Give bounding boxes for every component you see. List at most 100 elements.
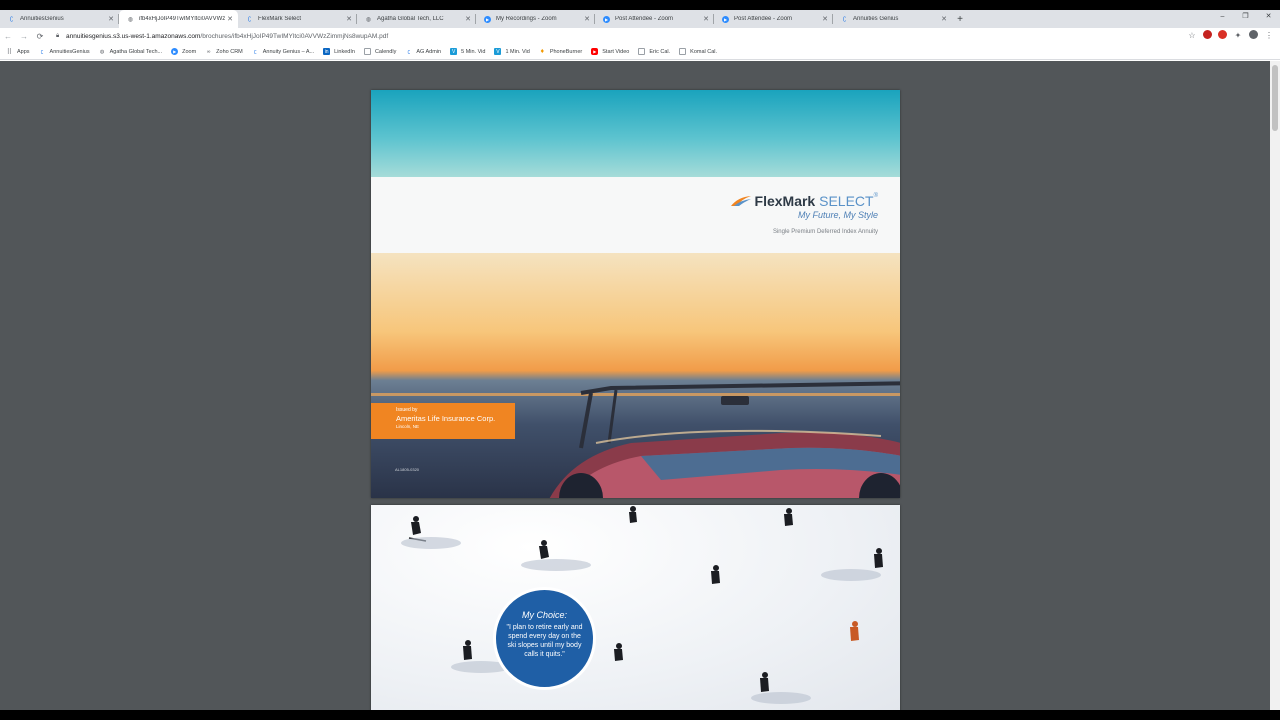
zoho-icon: ∞ (206, 48, 211, 55)
pdf-page-2: My Choice: "I plan to retire early and s… (371, 505, 900, 710)
cover-photo (371, 253, 900, 498)
scrollbar-thumb[interactable] (1272, 65, 1278, 131)
close-tab-icon[interactable]: ✕ (582, 15, 592, 23)
bookmark-label: Start Video (602, 48, 630, 55)
zoom-icon: ▶ (171, 48, 179, 55)
bookmark-1-min-vid[interactable]: V 1 Min. Vid (494, 48, 530, 55)
vidyard-icon: V (494, 48, 502, 55)
extension-adblock-icon[interactable] (1218, 30, 1227, 39)
bookmark-calendly[interactable]: Calendly (363, 48, 396, 55)
tab-pdf[interactable]: ◍ ifb4xHjJoIP49TwIMYltci0AVVWz ✕ (119, 10, 238, 28)
close-tab-icon[interactable]: ✕ (701, 15, 711, 23)
registered-mark: ® (873, 193, 878, 199)
bookmark-5-min-vid[interactable]: V 5 Min. Vid (450, 48, 485, 55)
zoom-icon: ▶ (484, 15, 491, 23)
bookmark-komal-cal[interactable]: Komal Cal. (679, 48, 717, 55)
bookmark-label: 1 Min. Vid (505, 48, 530, 55)
lock-icon[interactable]: 🔒︎ (56, 33, 66, 40)
extension-red-icon[interactable] (1203, 30, 1212, 39)
restore-button[interactable]: ❐ (1234, 10, 1257, 24)
address-bar[interactable]: 🔒︎ annuitiesgenius.s3.us-west-1.amazonaw… (56, 29, 1192, 43)
globe-icon: ◍ (99, 48, 105, 55)
browser-toolbar: ← → ⟳ 🔒︎ annuitiesgenius.s3.us-west-1.am… (0, 28, 1280, 44)
tab-zoom-post-attendee[interactable]: ▶ Post Attendee - Zoom ✕ (595, 10, 714, 28)
bookmark-annuitiesgenius[interactable]: ʗ AnnuitiesGenius (39, 48, 90, 55)
annuities-genius-icon: ʗ (254, 48, 257, 55)
close-tab-icon[interactable]: ✕ (820, 15, 830, 23)
brochure-tagline: My Future, My Style (797, 210, 878, 220)
bookmark-label: AG Admin (416, 48, 442, 55)
tab-zoom-post-attendee-2[interactable]: ▶ Post Attendee - Zoom ✕ (714, 10, 833, 28)
bookmark-phoneburner[interactable]: ♦ PhoneBurner (539, 48, 583, 55)
skiers-image (401, 506, 883, 704)
bookmarks-bar: ⠿ Apps ʗ AnnuitiesGenius ◍ Agatha Global… (0, 44, 1280, 60)
my-choice-callout: My Choice: "I plan to retire early and s… (493, 587, 596, 690)
bookmark-star-icon[interactable]: ☆ (1187, 30, 1197, 40)
choice-quote: "I plan to retire early and spend every … (506, 624, 583, 658)
issuer-city: Lincoln, NE (396, 424, 420, 429)
choice-title: My Choice: (521, 610, 567, 620)
tab-title: AnnuitiesGenius (20, 16, 64, 22)
new-tab-button[interactable]: + (952, 10, 968, 28)
title-bar (0, 0, 1280, 10)
tab-flexmark-select[interactable]: ʗ FlexMark Select ✕ (238, 10, 357, 28)
bookmark-label: Apps (17, 48, 30, 55)
close-window-button[interactable]: ✕ (1257, 10, 1280, 24)
bookmark-label: Zoom (182, 48, 197, 55)
tab-zoom-recordings[interactable]: ▶ My Recordings - Zoom ✕ (476, 10, 595, 28)
tab-agatha-global[interactable]: ◍ Agatha Global Tech, LLC ✕ (357, 10, 476, 28)
tab-title: My Recordings - Zoom (496, 16, 557, 22)
bookmark-label: AnnuitiesGenius (49, 48, 90, 55)
viewer-scrollbar[interactable] (1270, 61, 1280, 710)
pdf-viewer[interactable]: FlexMark SELECT® My Future, My Style Sin… (0, 61, 1270, 710)
cover-sky (371, 90, 900, 177)
minimize-button[interactable]: – (1211, 10, 1234, 24)
bookmark-apps[interactable]: ⠿ Apps (6, 48, 30, 56)
bookmark-agatha[interactable]: ◍ Agatha Global Tech... (99, 48, 163, 55)
globe-icon: ◍ (365, 16, 372, 23)
close-tab-icon[interactable]: ✕ (939, 15, 949, 23)
linkedin-icon: in (323, 48, 331, 55)
bookmark-label: Agatha Global Tech... (109, 48, 163, 55)
browser-menu-icon[interactable]: ⋮ (1264, 30, 1274, 40)
close-tab-icon[interactable]: ✕ (106, 15, 116, 23)
bottom-edge (0, 710, 1280, 720)
url-host: annuitiesgenius.s3.us-west-1.amazonaws.c… (66, 32, 201, 40)
product-type: Single Premium Deferred Index Annuity (772, 229, 878, 235)
browser-window: ʗ AnnuitiesGenius ✕ ◍ ifb4xHjJoIP49TwIMY… (0, 0, 1280, 720)
tab-annuities-genius-2[interactable]: ʗ Annuities Genius ✕ (833, 10, 952, 28)
issued-by-label: Issued by (396, 407, 418, 413)
tab-title: ifb4xHjJoIP49TwIMYltci0AVVWz (139, 16, 225, 22)
bookmark-zoho[interactable]: ∞ Zoho CRM (205, 48, 243, 55)
annuities-genius-icon: ʗ (248, 16, 251, 22)
tab-title: Post Attendee - Zoom (615, 16, 674, 22)
bookmark-linkedin[interactable]: in LinkedIn (323, 48, 355, 55)
apps-grid-icon: ⠿ (6, 48, 13, 56)
back-button[interactable]: ← (0, 32, 16, 41)
phoneburner-icon: ♦ (540, 48, 545, 55)
annuities-genius-icon: ʗ (407, 48, 411, 55)
youtube-icon: ▶ (591, 48, 599, 55)
bookmark-label: 5 Min. Vid (461, 48, 486, 55)
bookmark-eric-cal[interactable]: Eric Cal. (638, 48, 670, 55)
close-tab-icon[interactable]: ✕ (225, 15, 235, 23)
tab-title: Annuities Genius (853, 16, 899, 22)
bookmark-label: Eric Cal. (649, 48, 671, 55)
form-code: AL1805-0320 (395, 467, 420, 472)
bookmark-start-video[interactable]: ▶ Start Video (591, 48, 629, 55)
reload-button[interactable]: ⟳ (32, 32, 48, 41)
close-tab-icon[interactable]: ✕ (463, 15, 473, 23)
bookmark-label: PhoneBurner (549, 48, 583, 55)
tab-strip: ʗ AnnuitiesGenius ✕ ◍ ifb4xHjJoIP49TwIMY… (0, 10, 1280, 28)
close-tab-icon[interactable]: ✕ (344, 15, 354, 23)
profile-avatar-icon[interactable] (1249, 30, 1258, 39)
bookmark-annuity-genius[interactable]: ʗ Annuity Genius – A... (252, 48, 314, 55)
issuer-box: Issued by Ameritas Life Insurance Corp. … (371, 403, 515, 439)
tab-annuities-genius[interactable]: ʗ AnnuitiesGenius ✕ (0, 10, 119, 28)
forward-button[interactable]: → (16, 32, 32, 41)
zoom-icon: ▶ (722, 15, 729, 23)
extensions-puzzle-icon[interactable]: ✦ (1233, 30, 1243, 40)
bookmark-label: Annuity Genius – A... (262, 48, 315, 55)
bookmark-ag-admin[interactable]: ʗ AG Admin (405, 48, 442, 55)
bookmark-zoom[interactable]: ▶ Zoom (171, 48, 196, 55)
